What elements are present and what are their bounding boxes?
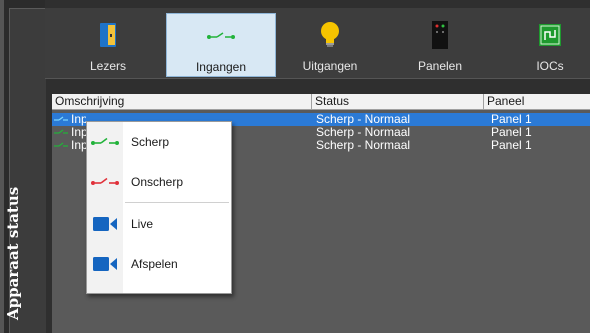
column-header-omschrijving[interactable]: Omschrijving: [52, 94, 312, 109]
video-camera-icon: [91, 216, 119, 232]
toolbar-label-panelen: Panelen: [417, 59, 463, 73]
cell-paneel: Panel 1: [491, 139, 532, 152]
menu-item-afspelen[interactable]: Afspelen: [87, 250, 231, 278]
column-header-paneel[interactable]: Paneel: [484, 94, 590, 109]
toolbar-button-panelen[interactable]: Panelen: [385, 13, 495, 77]
context-menu: Scherp Onscherp Live Afspelen: [86, 121, 232, 294]
cell-status: Scherp - Normaal: [316, 126, 411, 139]
panel-icon: [385, 21, 495, 49]
toolbar-button-ingangen[interactable]: Ingangen: [166, 13, 276, 77]
side-panel-title: Apparaat status: [4, 0, 22, 320]
video-camera-playback-icon: [91, 256, 119, 272]
toolbar-button-lezers[interactable]: Lezers: [53, 13, 163, 77]
cell-omschrijving: Inp: [71, 126, 86, 139]
input-status-icon: [54, 129, 68, 134]
input-icon: [167, 22, 275, 50]
cell-status: Scherp - Normaal: [316, 139, 411, 152]
cell-omschrijving: Inp: [71, 113, 86, 126]
menu-item-label: Scherp: [131, 135, 170, 149]
toolbar-label-uitgangen: Uitgangen: [302, 59, 358, 73]
device-toolbar: Lezers Ingangen Uitgangen Panelen IOCs: [45, 8, 590, 79]
input-status-icon: [54, 116, 68, 121]
column-header-status[interactable]: Status: [312, 94, 484, 109]
cell-status: Scherp - Normaal: [316, 113, 411, 126]
menu-item-label: Afspelen: [131, 257, 178, 271]
cell-paneel: Panel 1: [491, 126, 532, 139]
toolbar-button-iocs[interactable]: IOCs: [495, 13, 590, 77]
menu-item-onscherp[interactable]: Onscherp: [87, 168, 231, 196]
armed-input-icon: [91, 134, 119, 150]
menu-item-live[interactable]: Live: [87, 210, 231, 238]
toolbar-button-uitgangen[interactable]: Uitgangen: [275, 13, 385, 77]
toolbar-label-iocs: IOCs: [536, 59, 564, 73]
door-icon: [53, 21, 163, 49]
menu-separator: [125, 202, 229, 203]
app-window: Apparaat status Lezers: [0, 0, 590, 333]
side-panel: Apparaat status: [0, 0, 46, 333]
toolbar-label-ingangen: Ingangen: [195, 60, 247, 74]
input-status-icon: [54, 142, 68, 147]
menu-item-label: Onscherp: [131, 175, 184, 189]
cell-paneel: Panel 1: [491, 113, 532, 126]
grid-header: Omschrijving Status Paneel: [52, 94, 590, 110]
ioc-icon: [495, 21, 590, 49]
disarmed-input-icon: [91, 174, 119, 190]
lightbulb-icon: [275, 21, 385, 49]
cell-omschrijving: Inp: [71, 139, 86, 152]
menu-item-scherp[interactable]: Scherp: [87, 128, 231, 156]
toolbar-label-lezers: Lezers: [89, 59, 127, 73]
menu-item-label: Live: [131, 217, 154, 231]
